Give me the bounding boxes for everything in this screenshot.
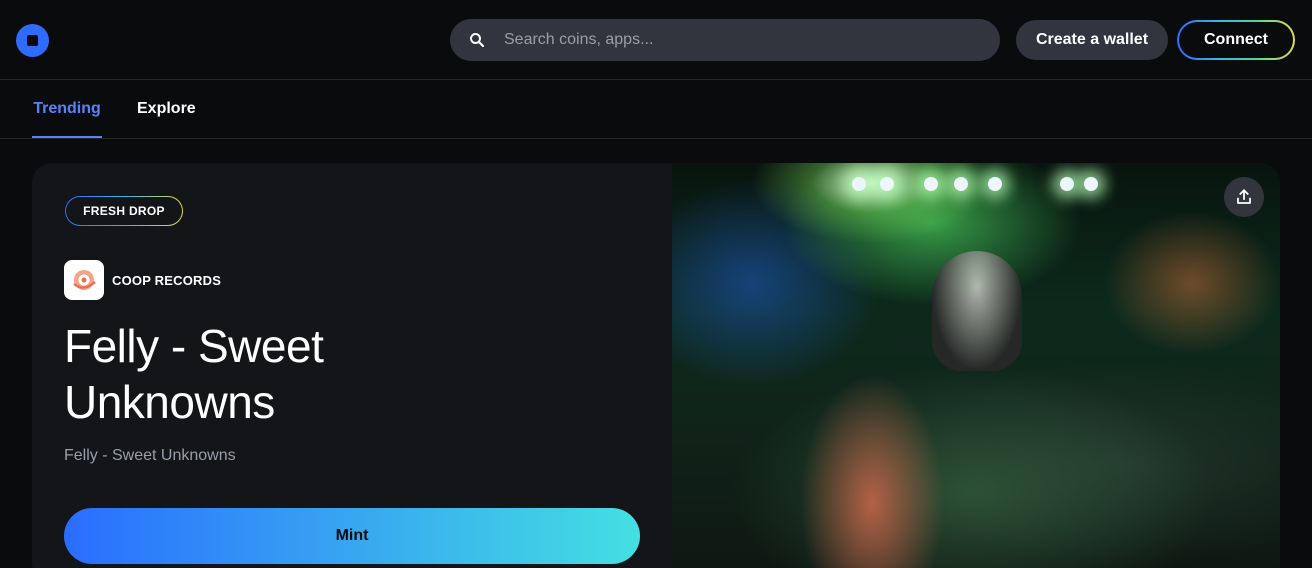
top-header: Create a wallet Connect — [0, 0, 1312, 80]
search-bar[interactable] — [450, 19, 1000, 61]
share-icon — [1237, 189, 1251, 204]
stage-light — [852, 177, 866, 191]
coop-records-logo-icon — [73, 270, 96, 290]
tab-bar: Trending Explore — [0, 80, 1312, 139]
stage-light — [1060, 177, 1074, 191]
logo-square — [27, 35, 38, 46]
share-button[interactable] — [1224, 177, 1264, 217]
tab-explore[interactable]: Explore — [137, 80, 196, 138]
coinbase-logo-icon[interactable] — [16, 24, 49, 57]
featured-drop-card[interactable]: FRESH DROP COOP RECORDS Felly - Sweet Un… — [32, 163, 1280, 568]
stage-light — [1084, 177, 1098, 191]
connect-button[interactable]: Connect — [1179, 22, 1293, 58]
search-icon — [470, 33, 485, 48]
creator-avatar[interactable] — [64, 260, 104, 300]
stage-light — [954, 177, 968, 191]
search-input[interactable] — [504, 19, 984, 61]
tab-trending[interactable]: Trending — [32, 80, 102, 138]
drop-subtitle: Felly - Sweet Unknowns — [64, 447, 236, 464]
stage-light — [988, 177, 1002, 191]
performer-silhouette — [932, 251, 1022, 371]
creator-name[interactable]: COOP RECORDS — [112, 273, 221, 288]
fresh-drop-badge-border: FRESH DROP — [65, 196, 183, 226]
connect-button-border: Connect — [1177, 20, 1295, 60]
mint-button[interactable]: Mint — [64, 508, 640, 564]
drop-title: Felly - Sweet Unknowns — [64, 320, 324, 428]
concert-crowd-image[interactable] — [672, 163, 1280, 568]
fresh-drop-badge: FRESH DROP — [66, 197, 182, 225]
stage-light — [924, 177, 938, 191]
create-wallet-button[interactable]: Create a wallet — [1016, 20, 1168, 60]
stage-light — [880, 177, 894, 191]
